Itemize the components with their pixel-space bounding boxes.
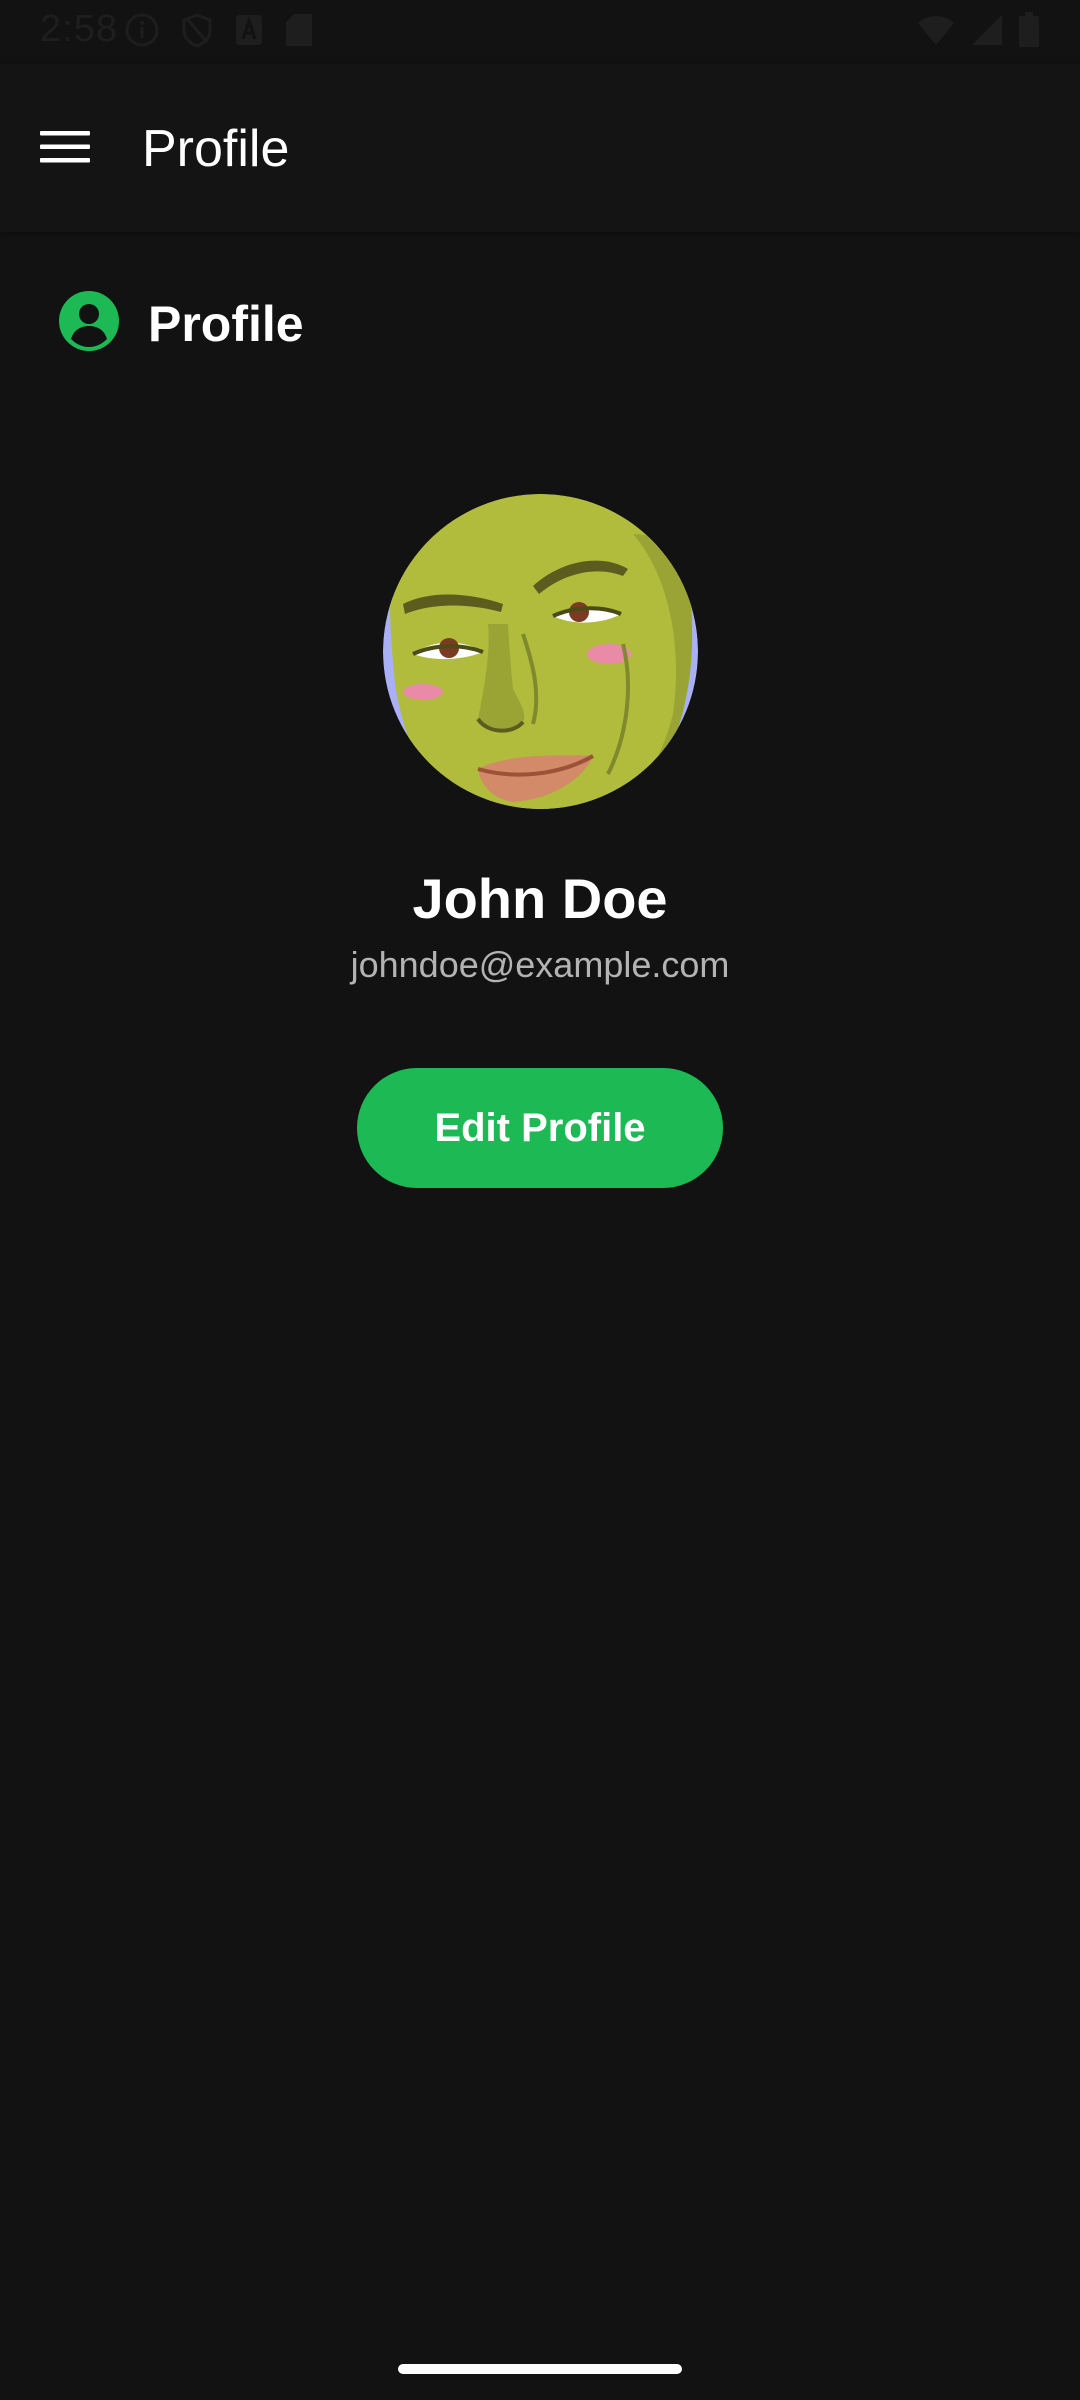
status-bar: 2:58 [0, 0, 1080, 64]
signal-icon [970, 13, 1004, 52]
account-circle-icon [58, 290, 120, 357]
wifi-icon [916, 13, 956, 52]
home-indicator[interactable] [398, 2364, 682, 2374]
status-left-icons [124, 12, 314, 53]
section-title: Profile [148, 295, 304, 352]
shield-icon [180, 12, 214, 53]
info-icon [124, 12, 160, 53]
hamburger-menu-icon [40, 129, 90, 170]
sd-card-icon [284, 12, 314, 53]
hamburger-menu-button[interactable] [30, 114, 100, 184]
battery-icon [1018, 12, 1040, 53]
section-header: Profile [58, 290, 304, 357]
profile-avatar[interactable] [383, 494, 698, 809]
edit-profile-button[interactable]: Edit Profile [357, 1068, 723, 1188]
status-right-icons [916, 12, 1040, 53]
profile-screen: 2:58 Profile Profile John Doe johndoe@ex… [0, 0, 1080, 2400]
top-app-bar: Profile [0, 64, 1080, 232]
a-icon [234, 13, 264, 52]
profile-email: johndoe@example.com [350, 944, 730, 985]
profile-name: John Doe [412, 867, 668, 930]
app-bar-title: Profile [142, 120, 290, 178]
status-time: 2:58 [40, 8, 118, 50]
cartoon-face-avatar [383, 494, 698, 809]
